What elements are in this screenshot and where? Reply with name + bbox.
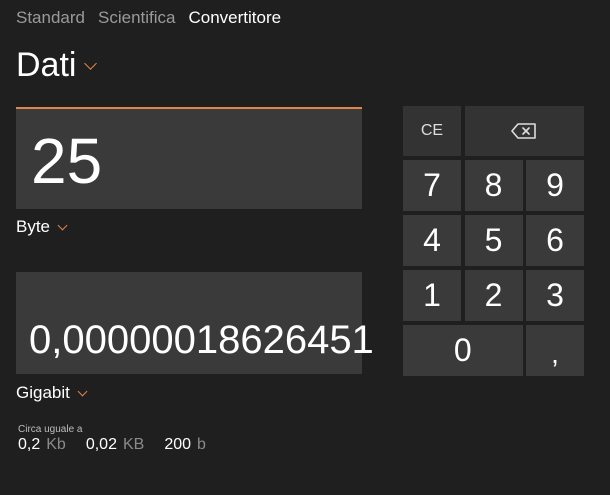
approx-item: 0,2 Kb xyxy=(18,436,66,454)
backspace-button[interactable] xyxy=(464,106,584,156)
key-2[interactable]: 2 xyxy=(464,270,523,321)
approx-unit: Kb xyxy=(46,436,66,453)
approx-item: 0,02 KB xyxy=(86,436,144,454)
key-3[interactable]: 3 xyxy=(526,270,584,321)
from-unit-selector[interactable]: Byte xyxy=(16,217,68,237)
approx-list: 0,2 Kb 0,02 KB 200 b xyxy=(18,436,206,454)
chevron-down-icon xyxy=(77,386,88,396)
key-8[interactable]: 8 xyxy=(464,160,523,211)
key-6[interactable]: 6 xyxy=(526,215,584,266)
mode-tabs: Standard Scientifica Convertitore xyxy=(16,8,281,28)
decimal-separator-button[interactable]: , xyxy=(526,325,584,376)
approx-item: 200 b xyxy=(164,436,206,454)
key-5[interactable]: 5 xyxy=(464,215,523,266)
keypad: CE 7 8 9 4 5 6 1 2 3 0 , xyxy=(403,106,584,376)
approx-unit: KB xyxy=(122,436,145,453)
tab-scientifica[interactable]: Scientifica xyxy=(98,8,175,28)
tab-convertitore[interactable]: Convertitore xyxy=(188,8,281,28)
input-value: 25 xyxy=(31,125,103,197)
key-0[interactable]: 0 xyxy=(403,325,523,376)
to-unit-selector[interactable]: Gigabit xyxy=(16,383,88,403)
approx-value: 200 xyxy=(164,436,192,453)
to-unit-label: Gigabit xyxy=(16,383,70,402)
input-value-field[interactable]: 25 xyxy=(16,107,362,209)
key-9[interactable]: 9 xyxy=(526,160,584,211)
output-value-field[interactable]: 0,00000018626451 xyxy=(16,272,374,374)
chevron-down-icon xyxy=(57,220,68,230)
output-value: 0,00000018626451 xyxy=(29,318,374,362)
approx-title: Circa uguale a xyxy=(18,424,83,435)
category-selector[interactable]: Dati xyxy=(16,46,98,85)
key-1[interactable]: 1 xyxy=(403,270,461,321)
key-7[interactable]: 7 xyxy=(403,160,461,211)
tab-standard[interactable]: Standard xyxy=(16,8,85,28)
approx-unit: b xyxy=(197,436,206,453)
category-label: Dati xyxy=(16,46,77,84)
chevron-down-icon xyxy=(84,56,98,70)
backspace-icon xyxy=(511,123,537,139)
key-4[interactable]: 4 xyxy=(403,215,461,266)
ce-button[interactable]: CE xyxy=(403,106,461,156)
approx-value: 0,02 xyxy=(85,436,117,453)
approx-value: 0,2 xyxy=(18,436,41,453)
from-unit-label: Byte xyxy=(16,217,51,236)
